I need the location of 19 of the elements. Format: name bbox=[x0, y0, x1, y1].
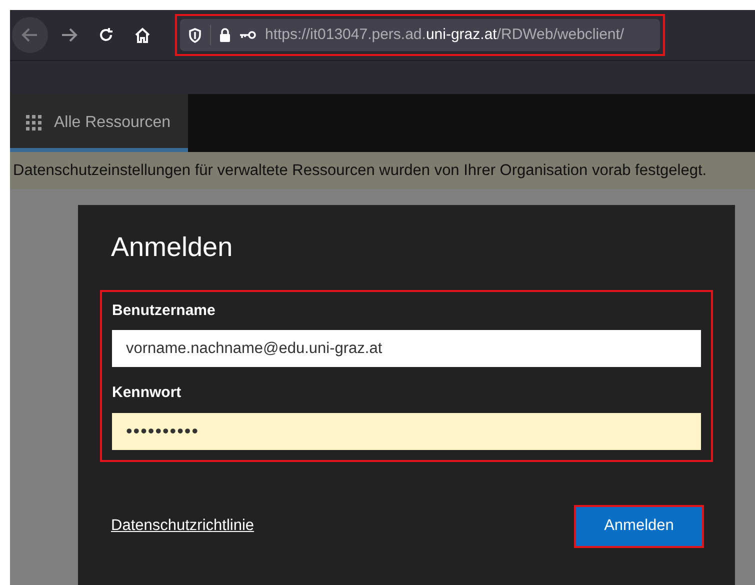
reload-icon[interactable] bbox=[98, 27, 114, 44]
privacy-link[interactable]: Datenschutzrichtlinie bbox=[111, 514, 254, 538]
notice-text: Datenschutzeinstellungen für verwaltete Ressourcen wurden von Ihrer Organisation vorab festgelegt. bbox=[13, 160, 707, 181]
lock-icon bbox=[219, 28, 231, 42]
back-button[interactable] bbox=[12, 17, 48, 54]
dialog-title: Anmelden bbox=[111, 231, 234, 264]
key-icon bbox=[239, 30, 257, 40]
input-field[interactable]: •••••••••• bbox=[112, 412, 701, 450]
resources-tab[interactable]: Alle Ressourcen bbox=[10, 94, 188, 152]
url-field[interactable]: https://it013047.pers.ad.uni-graz.at/RDWeb/webclient/ bbox=[180, 19, 660, 52]
back-icon bbox=[21, 26, 39, 44]
forward-icon[interactable] bbox=[60, 26, 78, 44]
input-field[interactable]: vorname.nachname@edu.uni-graz.at bbox=[112, 330, 701, 367]
shield-icon bbox=[188, 28, 202, 43]
login-button[interactable]: Anmelden bbox=[576, 506, 702, 546]
home-icon[interactable] bbox=[134, 26, 151, 44]
field-label: Benutzername bbox=[112, 300, 216, 320]
grid-icon bbox=[26, 115, 42, 132]
field-label: Kennwort bbox=[112, 383, 182, 403]
